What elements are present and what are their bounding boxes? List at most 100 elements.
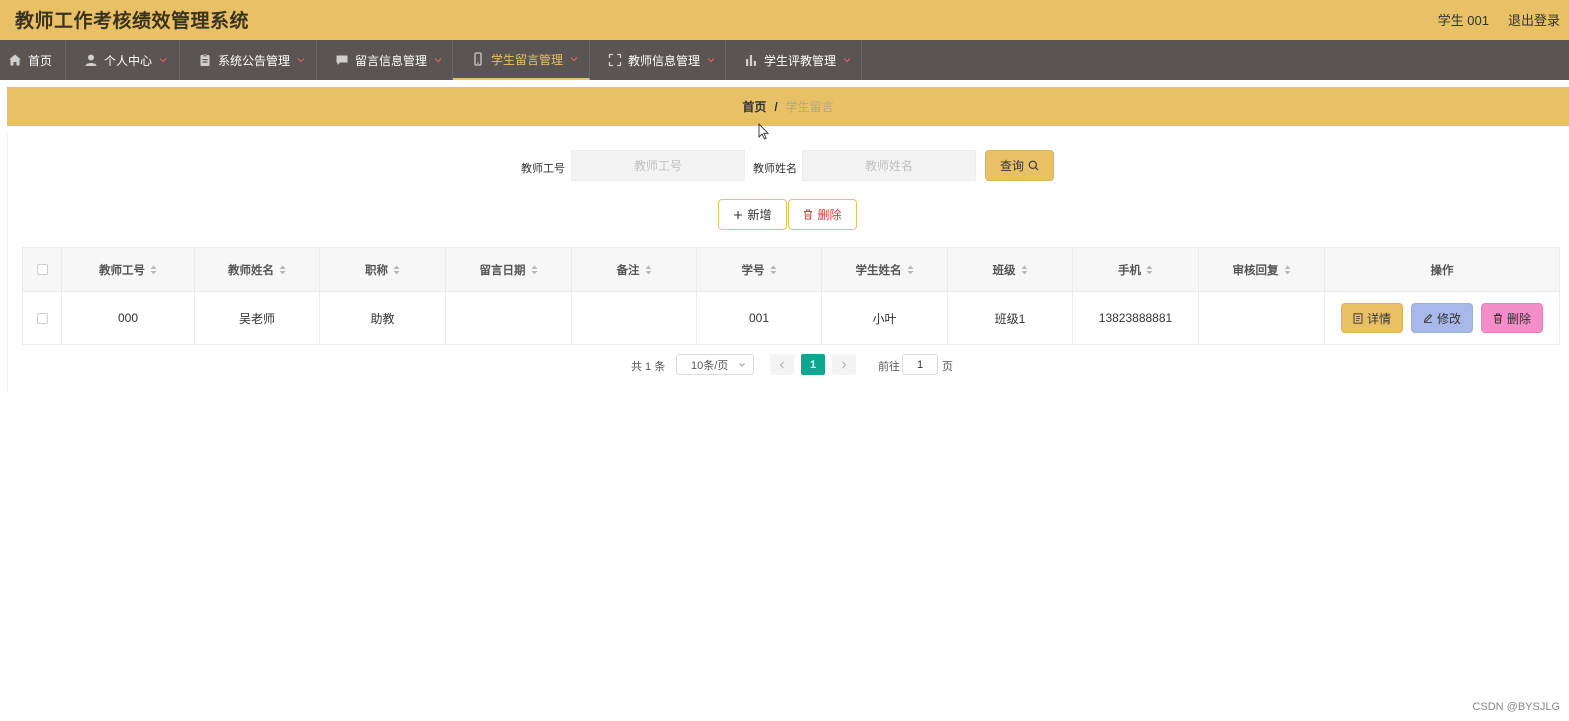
header-label: 教师姓名 [228, 264, 274, 277]
select-all-checkbox[interactable] [36, 264, 48, 275]
nav-item-messages[interactable]: 留言信息管理 [317, 40, 453, 80]
cell-teacher-id: 000 [62, 292, 195, 344]
header-date[interactable]: 留言日期 [446, 248, 572, 291]
header-label: 职称 [365, 264, 388, 277]
goto-suffix: 页 [942, 361, 953, 373]
table-row: 000 吴老师 助教 001 小叶 班级1 13823888881 详情 修改 … [23, 292, 1559, 344]
nav-item-profile[interactable]: 个人中心 [66, 40, 180, 80]
nav-item-label: 首页 [28, 53, 53, 68]
breadcrumb-separator: / [774, 99, 778, 114]
clipboard-icon [200, 54, 210, 66]
header-title[interactable]: 职称 [320, 248, 446, 291]
edit-icon [1423, 313, 1433, 323]
header-label: 学号 [741, 264, 765, 277]
add-button-label: 新增 [747, 208, 772, 222]
header-student-id[interactable]: 学号 [697, 248, 822, 291]
header-label: 备注 [616, 264, 640, 277]
delete-button-label: 删除 [1506, 311, 1531, 326]
detail-button[interactable]: 详情 [1341, 303, 1403, 333]
home-icon [9, 54, 21, 66]
batch-delete-button[interactable]: 删除 [788, 199, 857, 230]
teacher-name-input[interactable] [802, 150, 976, 181]
header-label: 审核回复 [1232, 264, 1279, 277]
batch-delete-label: 删除 [817, 208, 842, 222]
header-reply[interactable]: 审核回复 [1199, 248, 1325, 291]
header-teacher-id[interactable]: 教师工号 [62, 248, 195, 291]
fullscreen-icon [608, 53, 622, 67]
query-button[interactable]: 查询 [985, 150, 1054, 181]
teacher-id-label: 教师工号 [521, 163, 565, 175]
mobile-icon [474, 52, 482, 66]
header-teacher-name[interactable]: 教师姓名 [195, 248, 320, 291]
user-icon [85, 54, 97, 66]
add-button[interactable]: 新增 [718, 199, 787, 230]
top-header: 教师工作考核绩效管理系统 学生 001 退出登录 [0, 0, 1569, 40]
page-size-select[interactable]: 10条/页 [676, 354, 754, 375]
sort-icon [393, 265, 400, 274]
breadcrumb-home[interactable]: 首页 [742, 98, 766, 115]
plus-icon [734, 210, 743, 219]
sort-icon [1284, 265, 1290, 274]
chevron-down-icon [739, 363, 745, 367]
nav-item-label: 个人中心 [104, 53, 153, 68]
header-student-name[interactable]: 学生姓名 [822, 248, 948, 291]
nav-item-student-messages[interactable]: 学生留言管理 [453, 40, 590, 80]
nav-item-home[interactable]: 首页 [0, 40, 66, 80]
goto-page-input[interactable] [902, 354, 938, 375]
header-phone[interactable]: 手机 [1073, 248, 1199, 291]
nav-item-announcements[interactable]: 系统公告管理 [180, 40, 317, 80]
mouse-cursor-icon [758, 123, 769, 140]
header-label: 班级 [992, 264, 1016, 277]
data-table: 教师工号 教师姓名 职称 留言日期 备注 学号 学生姓名 班级 手机 审核回复 … [22, 247, 1560, 345]
app-title: 教师工作考核绩效管理系统 [15, 11, 250, 32]
chevron-down-icon [159, 58, 167, 63]
header-label: 留言日期 [479, 264, 526, 277]
teacher-name-label: 教师姓名 [753, 163, 797, 175]
cell-title: 助教 [320, 292, 446, 344]
chevron-down-icon [843, 58, 851, 63]
trash-icon [1493, 313, 1502, 323]
chevron-right-icon [842, 361, 847, 368]
row-checkbox[interactable] [36, 312, 48, 324]
header-class[interactable]: 班级 [948, 248, 1073, 291]
nav-item-label: 留言信息管理 [355, 53, 428, 68]
sort-icon [531, 265, 537, 274]
sort-icon [770, 265, 776, 274]
chevron-down-icon [297, 58, 305, 63]
sort-icon [1021, 265, 1027, 274]
cell-actions: 详情 修改 删除 [1325, 292, 1559, 344]
main-nav: 首页 个人中心 系统公告管理 留言信息管理 学生留言管理 教师信息管理 学生评教… [0, 40, 1569, 80]
chevron-down-icon [434, 58, 442, 63]
page-size-value: 10条/页 [691, 359, 729, 372]
delete-button[interactable]: 删除 [1481, 303, 1543, 333]
chevron-down-icon [707, 58, 715, 63]
breadcrumb-current: 学生留言 [785, 100, 834, 114]
edit-button[interactable]: 修改 [1411, 303, 1473, 333]
sort-icon [279, 265, 286, 274]
search-icon [1028, 160, 1039, 171]
current-user: 学生 001 [1437, 13, 1489, 28]
logout-link[interactable]: 退出登录 [1508, 10, 1560, 29]
page-number-current[interactable]: 1 [801, 354, 825, 375]
bar-chart-icon [746, 55, 756, 66]
header-note[interactable]: 备注 [572, 248, 697, 291]
teacher-id-input[interactable] [571, 150, 745, 181]
nav-item-evaluations[interactable]: 学生评教管理 [726, 40, 862, 80]
detail-button-label: 详情 [1366, 311, 1391, 326]
header-label: 操作 [1430, 264, 1454, 277]
nav-item-label: 教师信息管理 [628, 53, 701, 68]
next-page-button[interactable] [832, 354, 856, 375]
header-select [23, 248, 62, 291]
prev-page-button[interactable] [770, 354, 794, 375]
cell-class: 班级1 [948, 292, 1073, 344]
breadcrumb: 首页 / 学生留言 [7, 87, 1569, 126]
cell-teacher-name: 吴老师 [195, 292, 320, 344]
nav-item-label: 学生评教管理 [764, 53, 837, 68]
cell-note [572, 292, 697, 344]
sort-icon [150, 265, 157, 274]
cell-student-id: 001 [697, 292, 822, 344]
cell-student-name: 小叶 [822, 292, 948, 344]
cell-date [446, 292, 572, 344]
goto-prefix: 前往 [878, 361, 900, 373]
nav-item-teachers[interactable]: 教师信息管理 [590, 40, 726, 80]
